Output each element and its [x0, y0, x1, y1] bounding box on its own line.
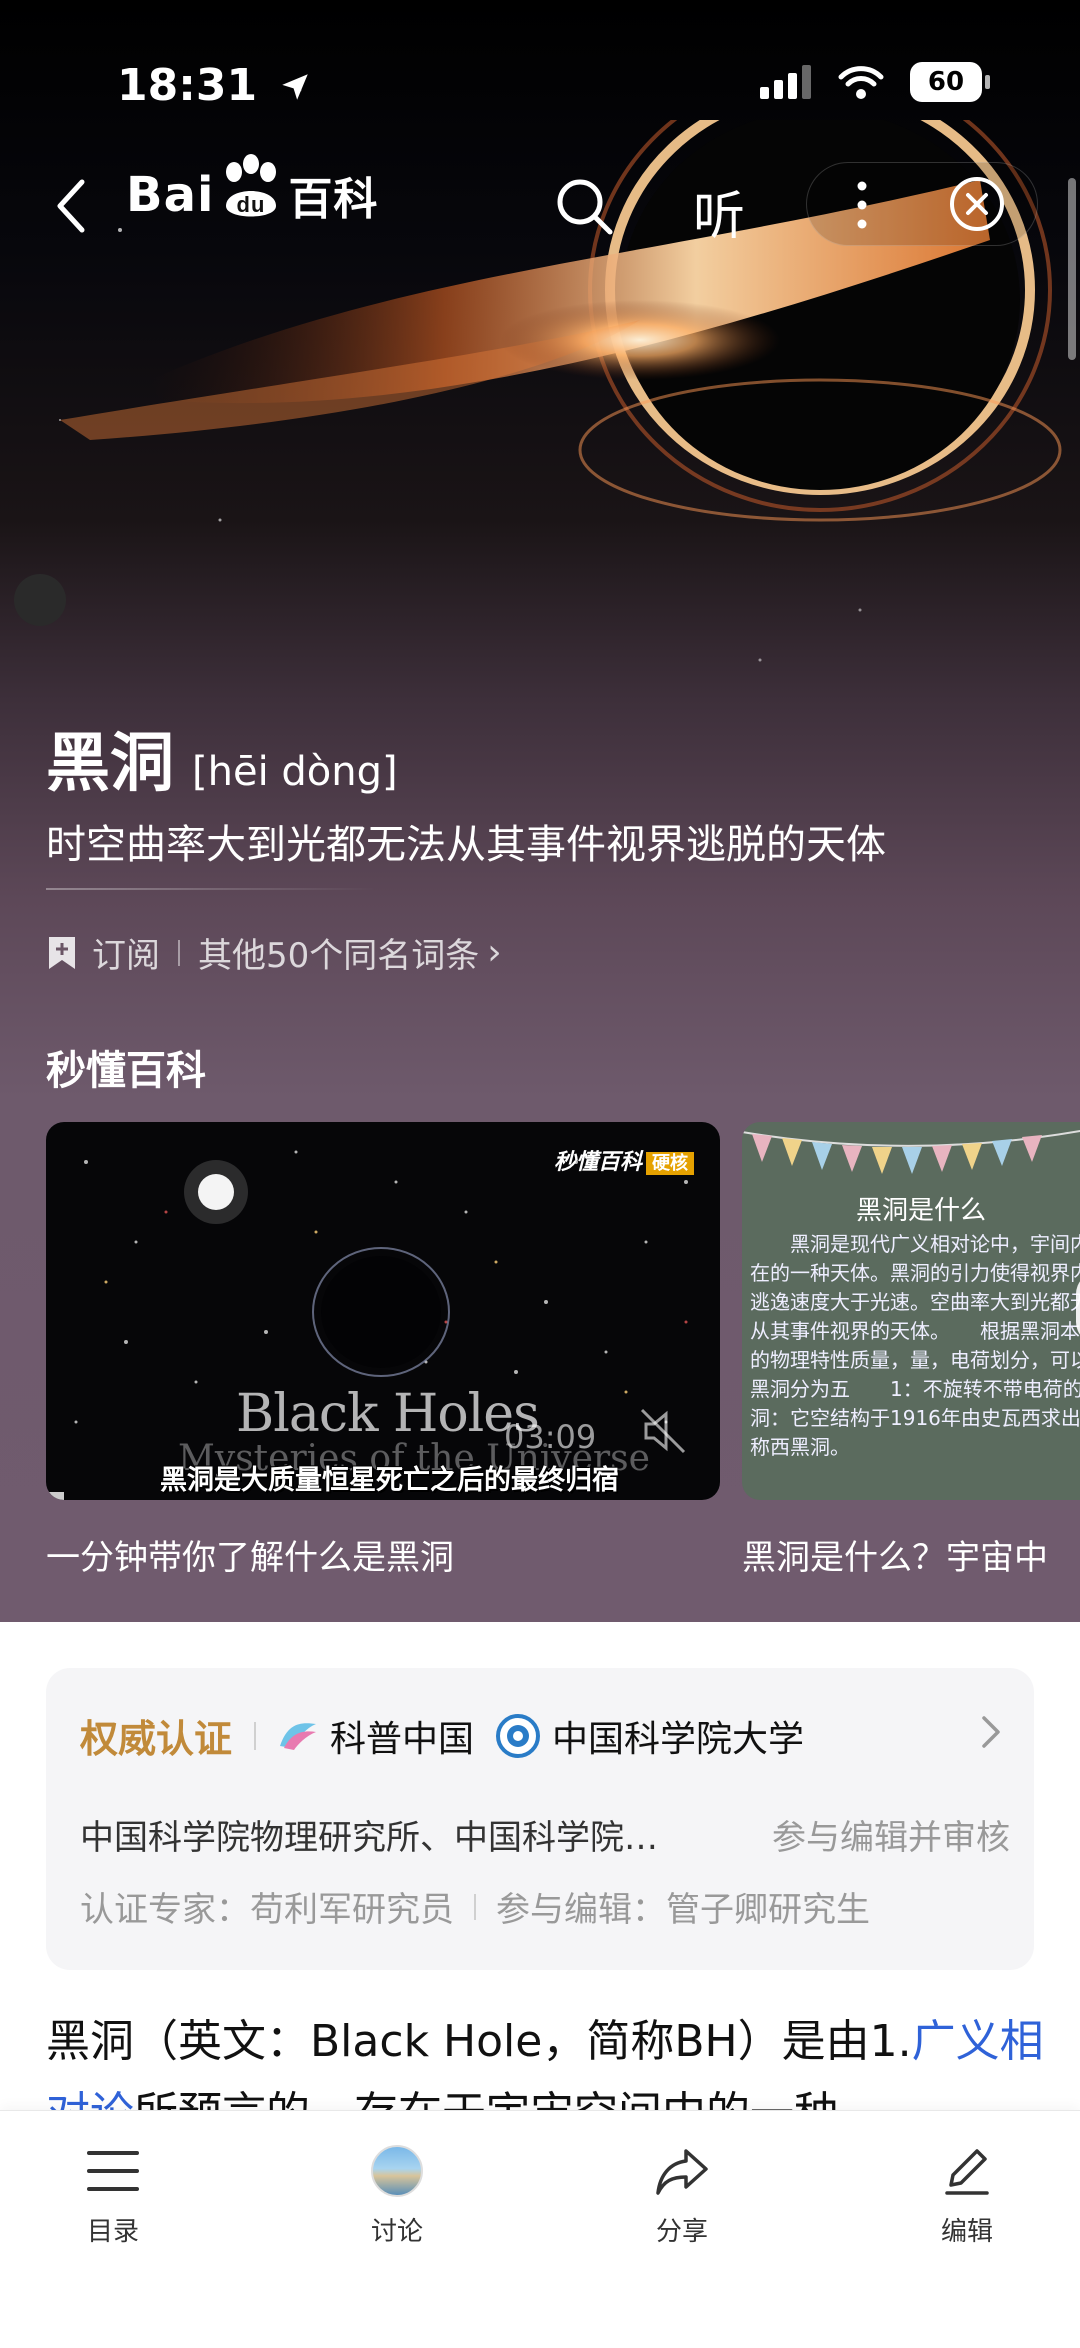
chalkboard-title: 黑洞是什么 — [856, 1196, 987, 1226]
video-progress — [46, 1492, 64, 1500]
status-time: 18:31 — [117, 60, 312, 111]
signal-icon — [760, 65, 811, 99]
close-icon[interactable] — [948, 175, 1006, 233]
separator — [474, 1893, 476, 1920]
authority-card[interactable]: 权威认证 科普中国 中国科学院大学 中国科学院物理研究所、中国科学院… 参与编辑… — [46, 1668, 1034, 1970]
contributing-editor: 参与编辑：管子卿研究生 — [496, 1890, 870, 1930]
video-duration: 03:09 — [504, 1418, 597, 1456]
certified-expert: 认证专家：苟利军研究员 — [80, 1890, 454, 1930]
entry-title-text: 黑洞 — [46, 727, 174, 801]
tab-label: 分享 — [655, 2217, 708, 2247]
more-icon[interactable] — [842, 178, 882, 232]
video-brand-tag: 秒懂百科 硬核 — [554, 1144, 694, 1176]
tab-discussion[interactable]: 讨论 — [327, 2141, 467, 2248]
tab-label: 讨论 — [370, 2217, 423, 2247]
bottom-toolbar: 目录 讨论 分享 编辑 — [0, 2110, 1080, 2348]
baidu-baike-logo[interactable]: Bai du 百科 — [126, 154, 378, 230]
authority-experts: 认证专家：苟利军研究员 参与编辑：管子卿研究生 — [80, 1882, 870, 1931]
search-icon[interactable] — [552, 174, 618, 240]
authority-institutions: 中国科学院物理研究所、中国科学院… 参与编辑并审核 — [80, 1810, 1010, 1859]
separator — [178, 939, 180, 966]
chevron-right-icon[interactable] — [978, 1712, 1004, 1752]
same-name-entries-link[interactable]: 其他50个同名词条 — [198, 928, 479, 977]
video-card-caption[interactable]: 一分钟带你了解什么是黑洞 — [46, 1530, 454, 1579]
list-icon — [87, 2151, 139, 2191]
tab-label: 编辑 — [940, 2217, 993, 2247]
video-subtitle: 黑洞是大质量恒星死亡之后的最终归宿 — [160, 1465, 619, 1496]
entry-summary: 时空曲率大到光都无法从其事件视界逃脱的天体 — [46, 822, 886, 868]
bookmark-plus-icon[interactable] — [46, 935, 78, 971]
share-icon — [656, 2149, 708, 2195]
institutions-role: 参与编辑并审核 — [772, 1818, 1010, 1858]
svg-text:du: du — [237, 192, 266, 217]
status-indicators: 60 — [760, 62, 990, 102]
tab-label: 目录 — [86, 2217, 139, 2247]
body-text-intro: 黑洞（英文：Black Hole，简称BH）是由1. — [46, 2016, 912, 2067]
subscribe-button[interactable]: 订阅 — [92, 928, 160, 977]
separator — [254, 1721, 257, 1750]
avatar-icon — [371, 2145, 423, 2197]
institutions-text: 中国科学院物理研究所、中国科学院… — [80, 1818, 658, 1858]
scrollbar[interactable] — [1068, 178, 1076, 360]
ucas-logo-icon — [496, 1713, 541, 1758]
kepu-china-logo-icon — [280, 1722, 317, 1750]
tab-edit[interactable]: 编辑 — [897, 2141, 1037, 2248]
listen-button[interactable]: 听 — [684, 174, 754, 249]
video-card[interactable]: 秒懂百科 硬核 Black Holes Mysteries of the Univ… — [46, 1122, 720, 1500]
tab-share[interactable]: 分享 — [612, 2141, 752, 2248]
authority-header: 权威认证 科普中国 中国科学院大学 — [80, 1708, 804, 1763]
org-kepu-china[interactable]: 科普中国 — [330, 1710, 474, 1762]
authority-label: 权威认证 — [80, 1717, 233, 1761]
mute-icon[interactable] — [638, 1406, 688, 1456]
chevron-right-icon: › — [487, 932, 502, 973]
bunting-decoration — [742, 1129, 1080, 1174]
edit-icon — [945, 2149, 989, 2195]
video-overlay-title: Black Holes — [236, 1384, 540, 1444]
baidu-paw-icon: du — [226, 154, 277, 217]
chalkboard-text: 黑洞是现代广义相对论中，宇间内存在的一种天体。黑洞的引力使得视界内的逃逸速度大于… — [750, 1232, 1080, 1459]
wifi-icon — [838, 66, 884, 99]
back-icon[interactable] — [52, 176, 92, 236]
battery-indicator: 60 — [910, 62, 990, 102]
video-card-caption[interactable]: 黑洞是什么？宇宙中 — [742, 1530, 1048, 1579]
entry-pinyin: [hēi dòng] — [192, 749, 398, 795]
tab-table-of-contents[interactable]: 目录 — [43, 2141, 183, 2248]
entry-title: 黑洞 [hēi dòng] — [46, 712, 398, 804]
location-arrow-icon — [282, 74, 309, 100]
org-ucas[interactable]: 中国科学院大学 — [552, 1710, 804, 1762]
divider — [46, 888, 376, 890]
video-card[interactable]: 黑洞是什么 黑洞是现代广义相对论中，宇间内存在的一种天体。黑洞的引力使得视界内的… — [742, 1122, 1080, 1500]
entry-actions: 订阅 其他50个同名词条 › — [46, 928, 502, 977]
section-title-quick-wiki: 秒懂百科 — [46, 1048, 206, 1094]
